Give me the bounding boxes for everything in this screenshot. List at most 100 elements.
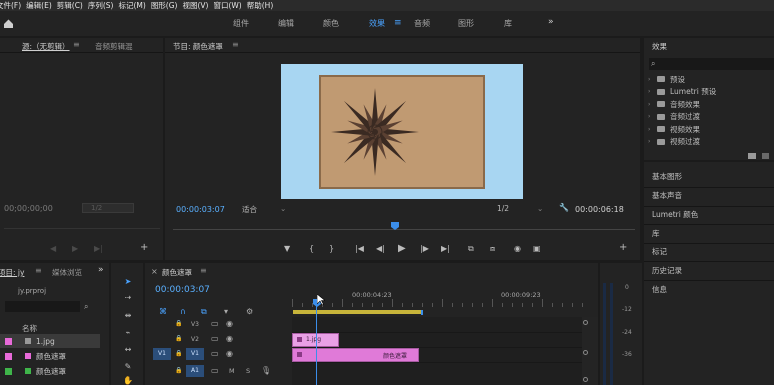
- menu-file[interactable]: 文件(F): [0, 0, 21, 11]
- program-menu-icon[interactable]: ≡: [232, 40, 239, 49]
- home-icon[interactable]: [3, 18, 14, 29]
- search-icon[interactable]: ⌕: [84, 302, 88, 312]
- nest-icon[interactable]: ⌘: [159, 307, 167, 316]
- source-play-icon[interactable]: ▶: [72, 244, 78, 253]
- work-area-bar[interactable]: [293, 310, 421, 314]
- program-add-button[interactable]: +: [619, 242, 627, 253]
- eye-icon[interactable]: ◉: [226, 319, 233, 328]
- step-back-icon[interactable]: ◀|: [376, 244, 385, 253]
- menu-edit[interactable]: 编辑(E): [26, 0, 52, 11]
- fit-select[interactable]: 适合 ⌄: [242, 204, 294, 214]
- playhead-marker-icon[interactable]: [390, 221, 400, 231]
- settings-icon[interactable]: ⚙: [246, 307, 253, 316]
- microphone-icon[interactable]: 🎙: [261, 366, 271, 375]
- resolution-select[interactable]: 1/2 ⌄: [497, 204, 549, 214]
- workspace-tab-effects[interactable]: 效果: [369, 18, 385, 29]
- menu-window[interactable]: 窗口(W): [213, 0, 241, 11]
- vertical-scrollbar[interactable]: [582, 317, 598, 385]
- effect-folder-lumetri[interactable]: › Lumetri 预设: [648, 86, 774, 99]
- source-scrubber[interactable]: [4, 228, 160, 229]
- project-item[interactable]: 颜色遮罩: [0, 364, 100, 378]
- track-target-a1[interactable]: A1: [186, 365, 204, 377]
- extract-icon[interactable]: ⧈: [490, 244, 495, 254]
- solo-button[interactable]: S: [246, 367, 250, 375]
- hand-tool-icon[interactable]: ✋: [121, 376, 135, 385]
- selection-tool-icon[interactable]: ➤: [121, 277, 135, 289]
- eye-icon[interactable]: ◉: [226, 334, 233, 343]
- compare-icon[interactable]: ▣: [533, 244, 541, 253]
- export-frame-icon[interactable]: ◉: [514, 244, 521, 253]
- effects-search-input[interactable]: ⌕: [649, 58, 774, 70]
- program-timecode[interactable]: 00:00:03:07: [176, 205, 225, 214]
- close-icon[interactable]: ×: [151, 267, 158, 276]
- track-target-v1[interactable]: V1: [186, 348, 204, 360]
- tab-media-browser[interactable]: 媒体浏览: [52, 267, 82, 278]
- out-point-marker[interactable]: [421, 310, 423, 315]
- project-search-input[interactable]: [5, 301, 80, 312]
- mark-out-icon[interactable]: }: [329, 244, 334, 253]
- workspace-tab-editing[interactable]: 编辑: [278, 18, 294, 29]
- menu-view[interactable]: 视图(V): [182, 0, 208, 11]
- lock-icon[interactable]: 🔒: [175, 320, 182, 327]
- workspace-tab-assembly[interactable]: 组件: [233, 18, 249, 29]
- menu-graphics[interactable]: 图形(G): [151, 0, 178, 11]
- menu-help[interactable]: 帮助(H): [247, 0, 274, 11]
- menu-clip[interactable]: 剪辑(C): [57, 0, 83, 11]
- lock-icon[interactable]: 🔒: [175, 367, 182, 374]
- mark-in-icon[interactable]: {: [309, 244, 314, 253]
- source-next-icon[interactable]: ▶|: [94, 244, 103, 253]
- track-area[interactable]: 1.jpg 颜色遮罩: [292, 317, 582, 385]
- program-title[interactable]: 节目: 颜色遮罩: [173, 41, 223, 52]
- program-scrubber[interactable]: [173, 229, 635, 230]
- add-marker-icon[interactable]: ▾: [224, 307, 228, 316]
- pen-tool-icon[interactable]: ✎: [121, 362, 135, 374]
- effect-folder-presets[interactable]: › 预设: [648, 73, 774, 86]
- timeline-title[interactable]: 颜色遮罩: [162, 267, 192, 278]
- source-patch-v1[interactable]: V1: [153, 348, 171, 360]
- go-to-in-icon[interactable]: |◀: [355, 244, 364, 253]
- step-forward-icon[interactable]: |▶: [420, 244, 429, 253]
- panel-libraries[interactable]: 库: [652, 228, 660, 239]
- project-item[interactable]: 1.jpg: [0, 334, 100, 348]
- timeline-menu-icon[interactable]: ≡: [200, 266, 207, 275]
- go-to-out-icon[interactable]: ▶|: [441, 244, 450, 253]
- workspace-menu-icon[interactable]: ≡: [394, 18, 402, 28]
- tab-source[interactable]: 源:（无剪辑）: [22, 41, 70, 52]
- razor-tool-icon[interactable]: ⌁: [121, 328, 135, 340]
- track-select-tool-icon[interactable]: ⇢: [121, 293, 135, 305]
- workspace-tab-graphics[interactable]: 图形: [458, 18, 474, 29]
- more-workspaces-icon[interactable]: »: [548, 17, 554, 27]
- delete-icon[interactable]: [762, 153, 769, 159]
- panel-markers[interactable]: 标记: [652, 246, 667, 257]
- sync-icon[interactable]: ▭: [211, 366, 219, 375]
- source-menu-icon[interactable]: ≡: [73, 40, 80, 49]
- project-more-icon[interactable]: »: [98, 265, 104, 275]
- new-bin-icon[interactable]: [748, 153, 756, 159]
- panel-info[interactable]: 信息: [652, 284, 667, 295]
- column-name[interactable]: 名称: [22, 323, 37, 334]
- add-marker-icon[interactable]: ▼: [284, 244, 290, 253]
- snap-icon[interactable]: ∩: [180, 307, 186, 316]
- tab-audio-clip-mixer[interactable]: 音频剪辑混: [95, 41, 133, 52]
- effect-folder-audio-transitions[interactable]: › 音频过渡: [648, 111, 774, 124]
- lift-icon[interactable]: ⧉: [468, 244, 474, 254]
- source-prev-icon[interactable]: ◀: [50, 244, 56, 253]
- program-preview[interactable]: [281, 64, 523, 199]
- panel-essential-graphics[interactable]: 基本图形: [652, 171, 682, 182]
- workspace-tab-libraries[interactable]: 库: [504, 18, 512, 29]
- play-icon[interactable]: ▶: [398, 243, 406, 254]
- lock-icon[interactable]: 🔒: [175, 335, 182, 342]
- tab-project[interactable]: 项目: jy: [0, 267, 24, 278]
- workspace-tab-color[interactable]: 颜色: [323, 18, 339, 29]
- sync-icon[interactable]: ▭: [211, 334, 219, 343]
- effect-folder-video-effects[interactable]: › 视频效果: [648, 123, 774, 136]
- effect-folder-audio-effects[interactable]: › 音频效果: [648, 98, 774, 111]
- eye-icon[interactable]: ◉: [226, 349, 233, 358]
- menu-sequence[interactable]: 序列(S): [88, 0, 114, 11]
- source-add-button[interactable]: +: [140, 242, 148, 253]
- sync-icon[interactable]: ▭: [211, 349, 219, 358]
- timeline-timecode[interactable]: 00:00:03:07: [155, 285, 210, 295]
- ripple-edit-tool-icon[interactable]: ⇹: [121, 311, 135, 323]
- lock-icon[interactable]: 🔒: [175, 350, 182, 357]
- project-item[interactable]: 颜色遮罩: [0, 349, 100, 363]
